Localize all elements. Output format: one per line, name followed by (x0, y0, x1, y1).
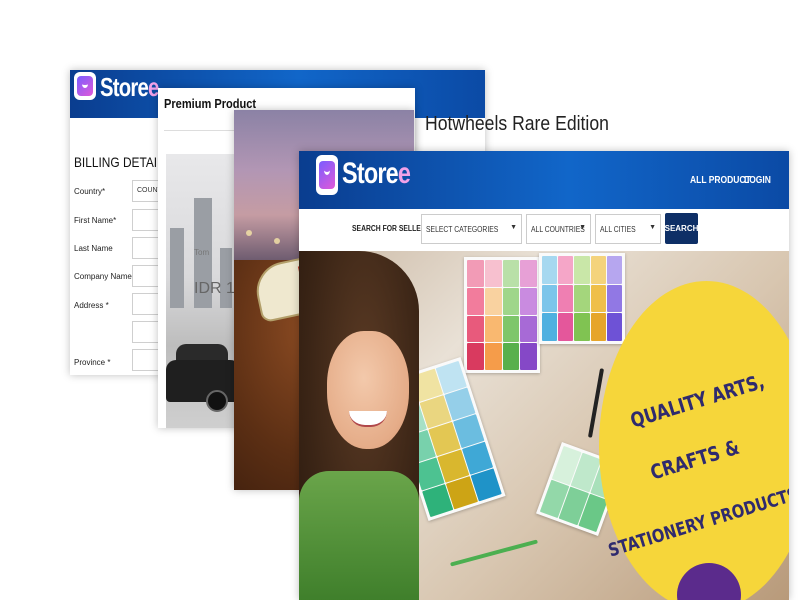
country-select-value: ALL COUNTRIES (531, 225, 585, 234)
field-label-country: Country* (74, 187, 106, 196)
category-select[interactable]: SELECT CATEGORIES ▼ (421, 214, 522, 244)
field-label-company: Company Name (74, 272, 132, 281)
field-label-last-name: Last Name (74, 244, 113, 253)
color-swatch-card (464, 257, 540, 373)
country-select[interactable]: ALL COUNTRIES ▼ (526, 214, 591, 244)
field-label-first-name: First Name* (74, 216, 117, 225)
storee-logo-icon (74, 72, 96, 100)
nav-all-product[interactable]: ALL PRODUCT (690, 175, 751, 186)
search-label: SEARCH FOR SELLERY (352, 224, 430, 233)
storee-logo-text[interactable]: Storee (342, 157, 411, 191)
storee-logo-icon[interactable] (316, 155, 338, 195)
city-light (274, 238, 280, 244)
premium-product-title: Premium Product (164, 96, 257, 111)
category-select-value: SELECT CATEGORIES (426, 225, 499, 234)
chevron-down-icon: ▼ (649, 224, 656, 231)
storee-homepage-screenshot: Storee ALL PRODUCT LOGIN SEARCH FOR SELL… (299, 151, 789, 600)
building-shape (170, 228, 184, 308)
woman-shirt (299, 471, 419, 600)
chevron-down-icon: ▼ (579, 224, 586, 231)
pencil (450, 539, 538, 567)
city-select[interactable]: ALL CITIES ▼ (595, 214, 661, 244)
chevron-down-icon: ▼ (510, 224, 517, 231)
city-light (246, 230, 252, 236)
car-body (166, 360, 244, 402)
woman-face (327, 331, 409, 449)
ghost-text: Tom (194, 248, 210, 257)
nav-login[interactable]: LOGIN (744, 175, 771, 186)
field-label-province: Province * (74, 358, 111, 367)
hotwheels-title: Hotwheels Rare Edition (425, 113, 609, 135)
storee-logo-text: Storee (100, 72, 159, 102)
city-select-value: ALL CITIES (600, 225, 636, 234)
color-swatch-card (539, 253, 625, 344)
search-bar: SEARCH FOR SELLERY SELECT CATEGORIES ▼ A… (299, 209, 789, 252)
hero-banner[interactable]: QUALITY ARTS, CRAFTS & STATIONERY PRODUC… (299, 251, 789, 600)
field-label-address: Address * (74, 301, 109, 310)
building-shape (220, 248, 232, 308)
search-button[interactable]: SEARCH (665, 213, 698, 244)
storee-header: Storee ALL PRODUCT LOGIN (299, 151, 789, 209)
car-wheel (206, 390, 228, 412)
